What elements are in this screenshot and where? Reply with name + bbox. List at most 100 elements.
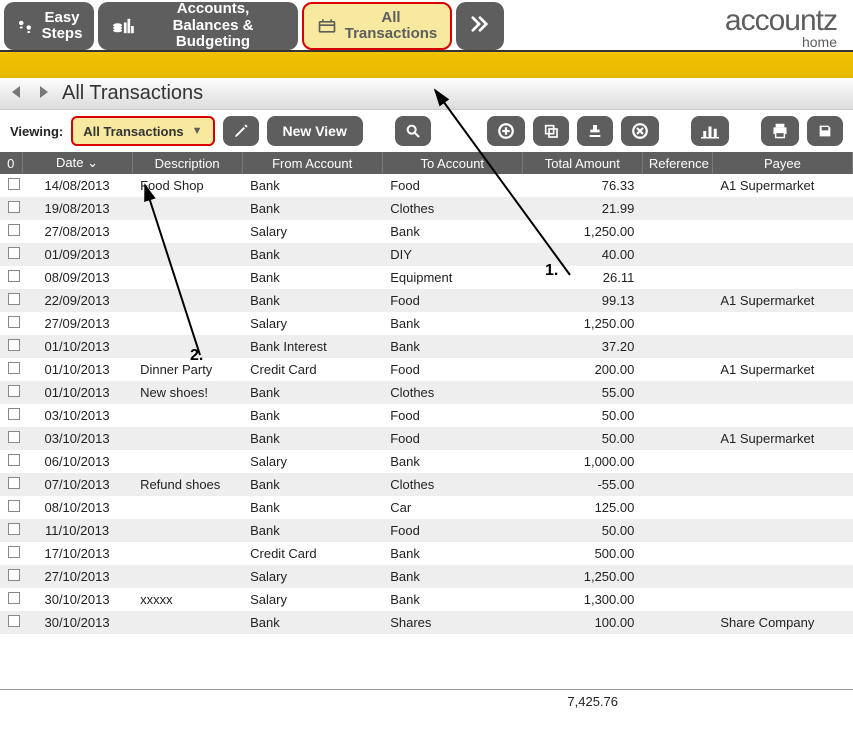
cell-from[interactable]: Bank xyxy=(242,381,382,404)
table-row[interactable]: 06/10/2013SalaryBank1,000.00 xyxy=(0,450,853,473)
cell-amount[interactable]: 200.00 xyxy=(522,358,642,381)
row-checkbox[interactable] xyxy=(8,615,20,627)
cell-ref[interactable] xyxy=(642,519,712,542)
cell-from[interactable]: Bank xyxy=(242,243,382,266)
cell-ref[interactable] xyxy=(642,496,712,519)
cell-amount[interactable]: 500.00 xyxy=(522,542,642,565)
table-row[interactable]: 03/10/2013BankFood50.00 xyxy=(0,404,853,427)
row-checkbox[interactable] xyxy=(8,270,20,282)
table-row[interactable]: 14/08/2013Food ShopBankFood76.33A1 Super… xyxy=(0,174,853,197)
table-row[interactable]: 22/09/2013BankFood99.13A1 Supermarket xyxy=(0,289,853,312)
table-row[interactable]: 27/10/2013SalaryBank1,250.00 xyxy=(0,565,853,588)
tab-more-button[interactable] xyxy=(456,2,504,50)
cell-from[interactable]: Bank xyxy=(242,289,382,312)
cell-payee[interactable] xyxy=(712,450,852,473)
cell-amount[interactable]: 76.33 xyxy=(522,174,642,197)
cell-ref[interactable] xyxy=(642,243,712,266)
cell-amount[interactable]: 1,250.00 xyxy=(522,220,642,243)
tab-easy-steps[interactable]: Easy Steps xyxy=(4,2,94,50)
cell-date[interactable]: 11/10/2013 xyxy=(22,519,132,542)
cell-amount[interactable]: 99.13 xyxy=(522,289,642,312)
cell-payee[interactable]: A1 Supermarket xyxy=(712,427,852,450)
cell-desc[interactable] xyxy=(132,427,242,450)
cell-from[interactable]: Salary xyxy=(242,220,382,243)
cell-payee[interactable]: Share Company xyxy=(712,611,852,634)
row-checkbox[interactable] xyxy=(8,178,20,190)
cell-payee[interactable]: A1 Supermarket xyxy=(712,289,852,312)
cell-desc[interactable] xyxy=(132,335,242,358)
cell-payee[interactable] xyxy=(712,542,852,565)
cell-amount[interactable]: 1,300.00 xyxy=(522,588,642,611)
table-row[interactable]: 30/10/2013xxxxxSalaryBank1,300.00 xyxy=(0,588,853,611)
cell-date[interactable]: 22/09/2013 xyxy=(22,289,132,312)
cell-payee[interactable] xyxy=(712,266,852,289)
row-checkbox[interactable] xyxy=(8,592,20,604)
cell-ref[interactable] xyxy=(642,450,712,473)
cell-to[interactable]: Clothes xyxy=(382,473,522,496)
cell-desc[interactable]: Dinner Party xyxy=(132,358,242,381)
table-row[interactable]: 19/08/2013BankClothes21.99 xyxy=(0,197,853,220)
table-row[interactable]: 01/10/2013Bank InterestBank37.20 xyxy=(0,335,853,358)
cell-desc[interactable]: New shoes! xyxy=(132,381,242,404)
cell-desc[interactable] xyxy=(132,289,242,312)
row-checkbox[interactable] xyxy=(8,247,20,259)
cell-desc[interactable] xyxy=(132,312,242,335)
cell-ref[interactable] xyxy=(642,473,712,496)
cell-from[interactable]: Bank xyxy=(242,611,382,634)
cell-to[interactable]: Bank xyxy=(382,588,522,611)
table-row[interactable]: 01/09/2013BankDIY40.00 xyxy=(0,243,853,266)
row-checkbox[interactable] xyxy=(8,431,20,443)
cell-payee[interactable] xyxy=(712,220,852,243)
cell-ref[interactable] xyxy=(642,565,712,588)
cell-from[interactable]: Salary xyxy=(242,450,382,473)
cell-ref[interactable] xyxy=(642,588,712,611)
table-row[interactable]: 08/10/2013BankCar125.00 xyxy=(0,496,853,519)
cell-payee[interactable] xyxy=(712,404,852,427)
cell-amount[interactable]: 21.99 xyxy=(522,197,642,220)
cell-desc[interactable] xyxy=(132,404,242,427)
cell-date[interactable]: 27/08/2013 xyxy=(22,220,132,243)
cell-desc[interactable] xyxy=(132,565,242,588)
table-row[interactable]: 27/08/2013SalaryBank1,250.00 xyxy=(0,220,853,243)
row-checkbox[interactable] xyxy=(8,454,20,466)
col-header-amount[interactable]: Total Amount xyxy=(522,152,642,174)
row-checkbox[interactable] xyxy=(8,500,20,512)
cell-payee[interactable] xyxy=(712,565,852,588)
cell-to[interactable]: Bank xyxy=(382,565,522,588)
print-button[interactable] xyxy=(761,116,799,146)
cell-amount[interactable]: 55.00 xyxy=(522,381,642,404)
col-header-to[interactable]: To Account xyxy=(382,152,522,174)
row-checkbox[interactable] xyxy=(8,362,20,374)
row-checkbox[interactable] xyxy=(8,523,20,535)
nav-back-icon[interactable] xyxy=(10,83,26,104)
cell-to[interactable]: Bank xyxy=(382,542,522,565)
cell-date[interactable]: 03/10/2013 xyxy=(22,404,132,427)
cell-desc[interactable] xyxy=(132,519,242,542)
col-header-from[interactable]: From Account xyxy=(242,152,382,174)
cell-payee[interactable] xyxy=(712,473,852,496)
cell-from[interactable]: Bank xyxy=(242,473,382,496)
cell-from[interactable]: Bank xyxy=(242,496,382,519)
cell-desc[interactable] xyxy=(132,542,242,565)
row-checkbox[interactable] xyxy=(8,546,20,558)
cell-amount[interactable]: -55.00 xyxy=(522,473,642,496)
cell-ref[interactable] xyxy=(642,289,712,312)
cell-from[interactable]: Bank xyxy=(242,404,382,427)
cell-desc[interactable] xyxy=(132,266,242,289)
cell-payee[interactable]: A1 Supermarket xyxy=(712,174,852,197)
cell-ref[interactable] xyxy=(642,427,712,450)
cell-desc[interactable] xyxy=(132,450,242,473)
row-checkbox[interactable] xyxy=(8,339,20,351)
cell-payee[interactable] xyxy=(712,381,852,404)
cell-amount[interactable]: 26.11 xyxy=(522,266,642,289)
cell-amount[interactable]: 1,000.00 xyxy=(522,450,642,473)
cell-date[interactable]: 19/08/2013 xyxy=(22,197,132,220)
cell-from[interactable]: Salary xyxy=(242,312,382,335)
nav-forward-icon[interactable] xyxy=(36,83,52,104)
cell-date[interactable]: 08/09/2013 xyxy=(22,266,132,289)
cell-date[interactable]: 07/10/2013 xyxy=(22,473,132,496)
cell-to[interactable]: Clothes xyxy=(382,381,522,404)
cell-to[interactable]: DIY xyxy=(382,243,522,266)
cell-from[interactable]: Bank xyxy=(242,174,382,197)
cell-from[interactable]: Bank xyxy=(242,266,382,289)
